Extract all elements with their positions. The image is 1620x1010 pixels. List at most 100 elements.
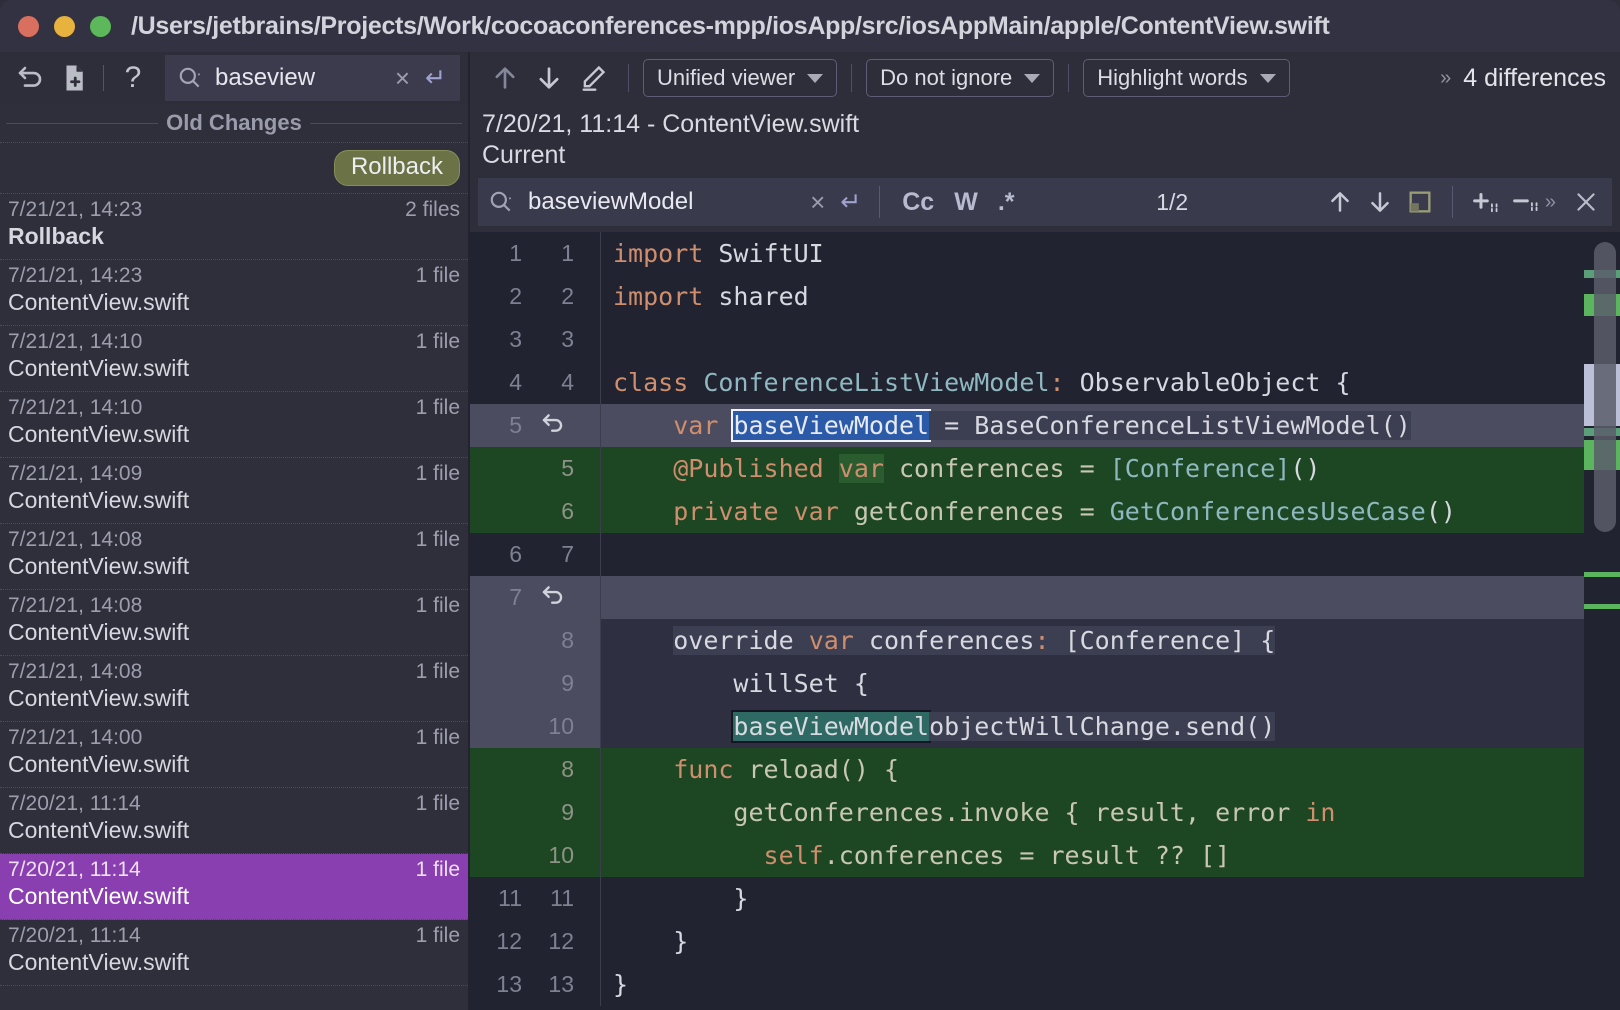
list-item[interactable]: 7/21/21, 14:081 fileContentView.swift [0, 590, 468, 656]
code-line[interactable]: 10 self.conferences = result ?? [] [470, 834, 1584, 877]
revert-change-icon[interactable] [522, 585, 580, 611]
close-icon[interactable] [1566, 182, 1606, 222]
clear-search-icon[interactable]: × [386, 65, 419, 91]
code-text[interactable] [601, 533, 1584, 576]
code-text[interactable]: private var getConferences = GetConferen… [601, 490, 1584, 533]
line-gutter: 44 [470, 361, 600, 404]
remove-selection-icon[interactable] [1505, 182, 1545, 222]
code-text[interactable]: self.conferences = result ?? [] [601, 834, 1584, 877]
code-line[interactable]: 11import SwiftUI [470, 232, 1584, 275]
regex-toggle[interactable]: .* [988, 188, 1025, 217]
chevron-double-right-icon[interactable]: » [1545, 191, 1566, 214]
code-line[interactable]: 67 [470, 533, 1584, 576]
code-line[interactable]: 44class ConferenceListViewModel: Observa… [470, 361, 1584, 404]
list-item[interactable]: 7/21/21, 14:101 fileContentView.swift [0, 326, 468, 392]
code-text[interactable]: var baseViewModel = BaseConferenceListVi… [601, 404, 1584, 447]
history-search-field[interactable]: baseview × ↵ [165, 55, 460, 101]
line-gutter: 5 [470, 447, 600, 490]
line-gutter: 8 [470, 619, 600, 662]
arrow-down-icon[interactable] [1360, 182, 1400, 222]
code-line[interactable]: 7 [470, 576, 1584, 619]
new-line-number: 9 [522, 799, 574, 826]
code-line[interactable]: 6 private var getConferences = GetConfer… [470, 490, 1584, 533]
whole-words-toggle[interactable]: W [944, 188, 988, 217]
new-line-number: 5 [522, 455, 574, 482]
create-patch-icon[interactable] [52, 58, 96, 98]
code-line[interactable]: 5 @Published var conferences = [Conferen… [470, 447, 1584, 490]
search-return-icon[interactable]: ↵ [419, 66, 452, 91]
code-line[interactable]: 8 func reload() { [470, 748, 1584, 791]
arrow-up-icon[interactable] [484, 57, 526, 99]
code-text[interactable]: class ConferenceListViewModel: Observabl… [601, 361, 1584, 404]
code-text[interactable]: willSet { [601, 662, 1584, 705]
list-item[interactable]: 7/20/21, 11:141 fileContentView.swift [0, 854, 468, 920]
list-item[interactable]: 7/21/21, 14:232 filesRollback [0, 194, 468, 260]
highlight-dropdown[interactable]: Highlight words [1083, 59, 1289, 97]
search-icon [177, 65, 203, 91]
code-text[interactable]: baseViewModelobjectWillChange.send() [601, 705, 1584, 748]
revert-icon[interactable] [8, 58, 52, 98]
code-line[interactable]: 1212 } [470, 920, 1584, 963]
new-line-number: 12 [522, 928, 574, 955]
list-item[interactable]: 7/21/21, 14:081 fileContentView.swift [0, 524, 468, 590]
highlight-label: Highlight words [1097, 65, 1247, 91]
select-all-icon[interactable] [1400, 182, 1440, 222]
editor-search-bar[interactable]: baseviewModel × ↵ Cc W .* 1/2 [478, 178, 1612, 226]
list-item[interactable]: 7/21/21, 14:001 fileContentView.swift [0, 722, 468, 788]
close-window-button[interactable] [18, 16, 39, 37]
code-text[interactable] [601, 576, 1584, 619]
list-item[interactable]: 7/20/21, 11:141 fileContentView.swift [0, 788, 468, 854]
pencil-icon[interactable] [572, 57, 614, 99]
arrow-up-icon[interactable] [1320, 182, 1360, 222]
match-case-toggle[interactable]: Cc [892, 188, 944, 217]
code-token: private var [673, 497, 839, 526]
help-icon[interactable]: ? [111, 58, 155, 98]
list-item[interactable]: 7/21/21, 14:091 fileContentView.swift [0, 458, 468, 524]
arrow-down-icon[interactable] [528, 57, 570, 99]
whitespace-dropdown[interactable]: Do not ignore [866, 59, 1054, 97]
code-text[interactable]: } [601, 877, 1584, 920]
change-date: 7/21/21, 14:10 [8, 396, 142, 420]
rollback-chip[interactable]: Rollback [334, 150, 460, 186]
list-item[interactable]: 7/20/21, 11:141 fileContentView.swift [0, 920, 468, 986]
code-line[interactable]: 33 [470, 318, 1584, 361]
code-line[interactable]: 9 getConferences.invoke { result, error … [470, 791, 1584, 834]
code-token: import [613, 239, 703, 268]
code-text[interactable]: import SwiftUI [601, 232, 1584, 275]
change-file-count: 1 file [416, 660, 460, 684]
code-line[interactable]: 9 willSet { [470, 662, 1584, 705]
viewer-mode-dropdown[interactable]: Unified viewer [643, 59, 837, 97]
code-line[interactable]: 5 var baseViewModel = BaseConferenceList… [470, 404, 1584, 447]
code-text[interactable]: } [601, 920, 1584, 963]
code-line[interactable]: 1111 } [470, 877, 1584, 920]
search-return-icon[interactable]: ↵ [834, 190, 867, 215]
line-gutter: 9 [470, 662, 600, 705]
code-text[interactable]: getConferences.invoke { result, error in [601, 791, 1584, 834]
diff-marker-scrollbar[interactable] [1584, 232, 1620, 1010]
code-diff-area[interactable]: 11import SwiftUI22import shared3344class… [470, 232, 1620, 1010]
code-line[interactable]: 22import shared [470, 275, 1584, 318]
revert-change-icon[interactable] [522, 413, 580, 439]
list-item[interactable]: 7/21/21, 14:081 fileContentView.swift [0, 656, 468, 722]
minimize-window-button[interactable] [54, 16, 75, 37]
code-line[interactable]: 8 override var conferences: [Conference]… [470, 619, 1584, 662]
add-selection-icon[interactable] [1465, 182, 1505, 222]
code-text[interactable] [601, 318, 1584, 361]
chevron-double-right-icon[interactable]: » [1440, 67, 1461, 90]
old-line-number: 12 [470, 928, 522, 955]
list-item[interactable]: 7/21/21, 14:101 fileContentView.swift [0, 392, 468, 458]
list-item[interactable]: 7/21/21, 14:231 fileContentView.swift [0, 260, 468, 326]
code-text[interactable]: override var conferences: [Conference] { [601, 619, 1584, 662]
vertical-scrollbar-thumb[interactable] [1594, 242, 1616, 532]
clear-search-icon[interactable]: × [801, 189, 834, 215]
old-changes-header: Old Changes [0, 104, 468, 142]
code-line[interactable]: 10 baseViewModelobjectWillChange.send() [470, 705, 1584, 748]
code-text[interactable]: } [601, 963, 1584, 1006]
code-text[interactable]: import shared [601, 275, 1584, 318]
code-text[interactable]: @Published var conferences = [Conference… [601, 447, 1584, 490]
code-text[interactable]: func reload() { [601, 748, 1584, 791]
code-lines[interactable]: 11import SwiftUI22import shared3344class… [470, 232, 1584, 1010]
changes-list[interactable]: Rollback 7/21/21, 14:232 filesRollback7/… [0, 142, 468, 1010]
code-line[interactable]: 1313} [470, 963, 1584, 1006]
zoom-window-button[interactable] [90, 16, 111, 37]
